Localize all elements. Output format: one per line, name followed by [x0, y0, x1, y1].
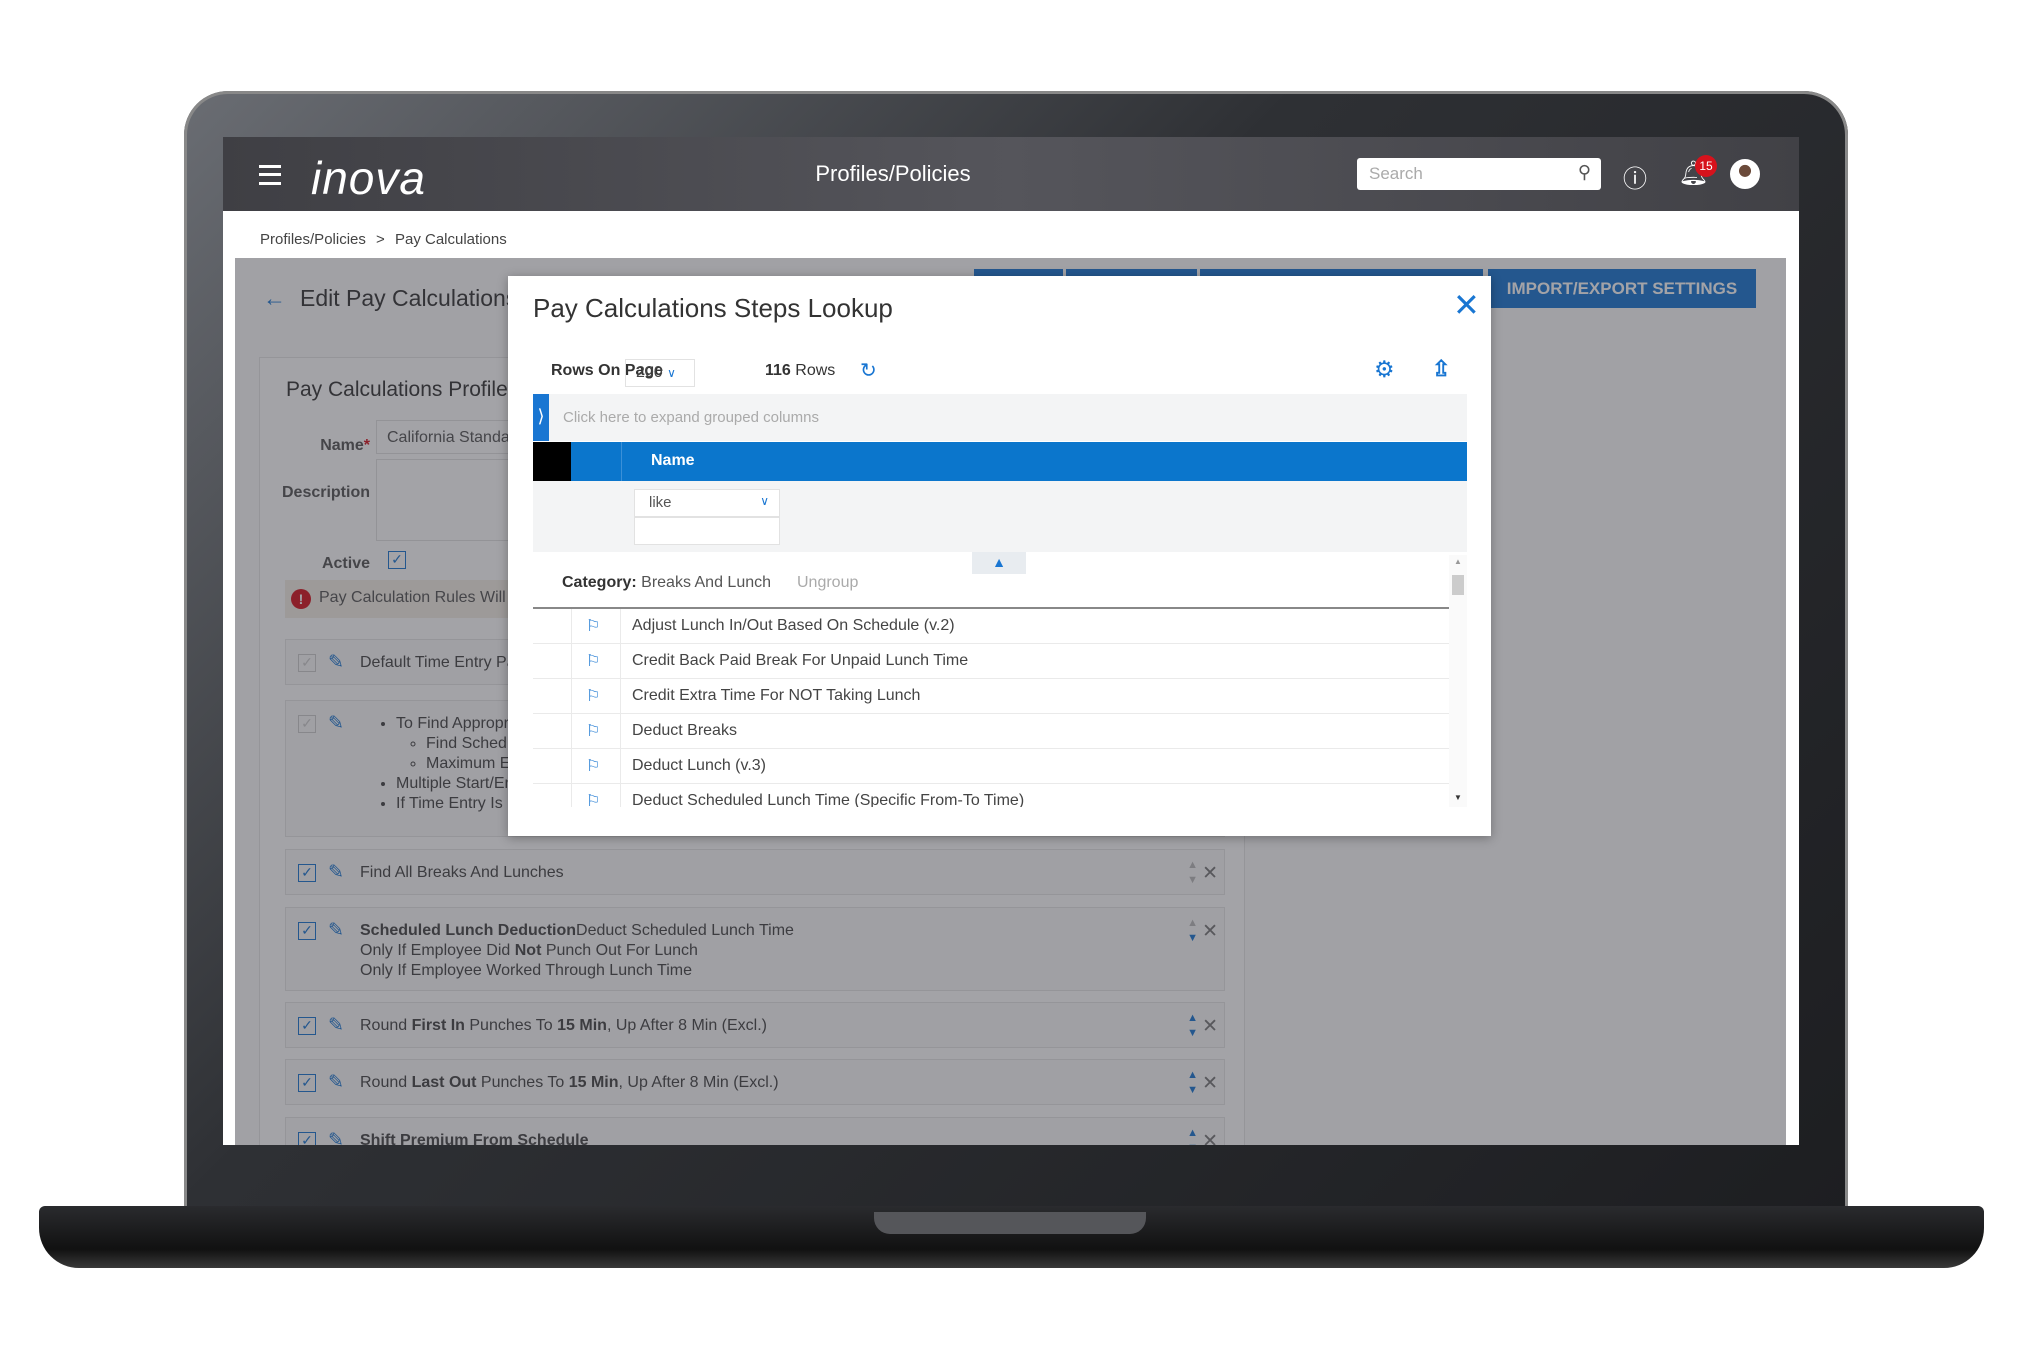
breadcrumb: Profiles/Policies > Pay Calculations — [260, 231, 507, 248]
header-divider — [621, 442, 622, 481]
refresh-icon[interactable]: ↻ — [860, 358, 877, 383]
grid-header: Name — [533, 442, 1467, 481]
collapse-filter-icon[interactable]: ▲︎ — [972, 552, 1026, 574]
close-icon[interactable]: ✕ — [1453, 286, 1480, 324]
rows-on-page-value: 200 — [636, 364, 663, 381]
flag-icon[interactable]: ⚐ — [586, 686, 600, 706]
column-header-name[interactable]: Name — [651, 452, 695, 470]
flag-icon[interactable]: ⚐ — [586, 616, 600, 636]
flag-icon[interactable]: ⚐ — [586, 651, 600, 671]
row-name: Credit Extra Time For NOT Taking Lunch — [632, 687, 921, 704]
avatar[interactable] — [1730, 159, 1760, 189]
filter-row: like ∨ — [533, 481, 1467, 552]
dialog-title: Pay Calculations Steps Lookup — [533, 293, 893, 323]
help-icon[interactable]: ⓘ — [1623, 159, 1647, 194]
search-placeholder: Search — [1369, 164, 1423, 183]
row-count: 116 Rows — [765, 362, 836, 379]
header-select-cell[interactable] — [533, 442, 571, 481]
table-row[interactable]: ⚐ Credit Back Paid Break For Unpaid Lunch… — [533, 644, 1449, 679]
chevron-down-icon: ∨ — [760, 494, 769, 508]
laptop-hinge — [874, 1212, 1146, 1234]
steps-lookup-dialog: Pay Calculations Steps Lookup ✕ Rows On … — [508, 276, 1491, 836]
flag-icon[interactable]: ⚐ — [586, 721, 600, 741]
row-name: Deduct Scheduled Lunch Time (Specific Fr… — [632, 792, 1025, 807]
search-input[interactable]: Search ⚲ — [1357, 158, 1601, 190]
row-name: Credit Back Paid Break For Unpaid Lunch … — [632, 652, 969, 669]
row-name: Deduct Breaks — [632, 722, 737, 739]
ungroup-link[interactable]: Ungroup — [797, 574, 858, 592]
top-bar: inova Profiles/Policies Search ⚲ ⓘ 🔔︎ 15 — [223, 137, 1799, 211]
row-name: Deduct Lunch (v.3) — [632, 757, 766, 774]
row-name: Adjust Lunch In/Out Based On Schedule (v… — [632, 617, 955, 634]
filter-value-input[interactable] — [634, 517, 780, 545]
table-row[interactable]: ⚐ Credit Extra Time For NOT Taking Lunch — [533, 679, 1449, 714]
menu-icon[interactable] — [259, 165, 281, 185]
breadcrumb-separator: > — [376, 231, 385, 248]
scrollbar-thumb[interactable] — [1452, 575, 1464, 595]
chevron-down-icon: ∨ — [667, 366, 676, 380]
flag-icon[interactable]: ⚐ — [586, 791, 600, 807]
flag-icon[interactable]: ⚐ — [586, 756, 600, 776]
group-panel[interactable]: ⟩ Click here to expand grouped columns — [533, 394, 1467, 441]
group-hint: Click here to expand grouped columns — [563, 409, 819, 426]
breadcrumb-pay-calculations: Pay Calculations — [394, 231, 507, 248]
scroll-up-arrow-icon[interactable]: ▲ — [1454, 557, 1462, 566]
logo: inova — [311, 152, 426, 204]
grid-body: ⚐ Adjust Lunch In/Out Based On Schedule (… — [533, 609, 1449, 807]
expand-chevron-icon[interactable]: ⟩ — [533, 394, 549, 441]
table-row[interactable]: ⚐ Deduct Breaks — [533, 714, 1449, 749]
notification-badge: 15 — [1695, 155, 1717, 177]
gear-icon[interactable]: ⚙ — [1374, 356, 1395, 383]
category-group-label: Category: Breaks And Lunch — [562, 574, 772, 591]
search-icon[interactable]: ⚲ — [1578, 162, 1591, 183]
table-row[interactable]: ⚐ Deduct Scheduled Lunch Time (Specific F… — [533, 784, 1449, 807]
export-icon[interactable]: ⇫ — [1432, 356, 1450, 382]
table-row[interactable]: ⚐ Adjust Lunch In/Out Based On Schedule (… — [533, 609, 1449, 644]
app-screen: inova Profiles/Policies Search ⚲ ⓘ 🔔︎ 15 … — [223, 137, 1799, 1145]
app-title: Profiles/Policies — [815, 161, 971, 186]
table-row[interactable]: ⚐ Deduct Lunch (v.3) — [533, 749, 1449, 784]
breadcrumb-profiles[interactable]: Profiles/Policies — [260, 231, 366, 248]
filter-operator-select[interactable]: like ∨ — [634, 489, 780, 517]
rows-on-page-select[interactable]: 200 ∨ — [625, 359, 695, 387]
grid-scrollbar[interactable]: ▲ ▼ — [1449, 555, 1467, 807]
scroll-down-arrow-icon[interactable]: ▼ — [1454, 793, 1462, 802]
